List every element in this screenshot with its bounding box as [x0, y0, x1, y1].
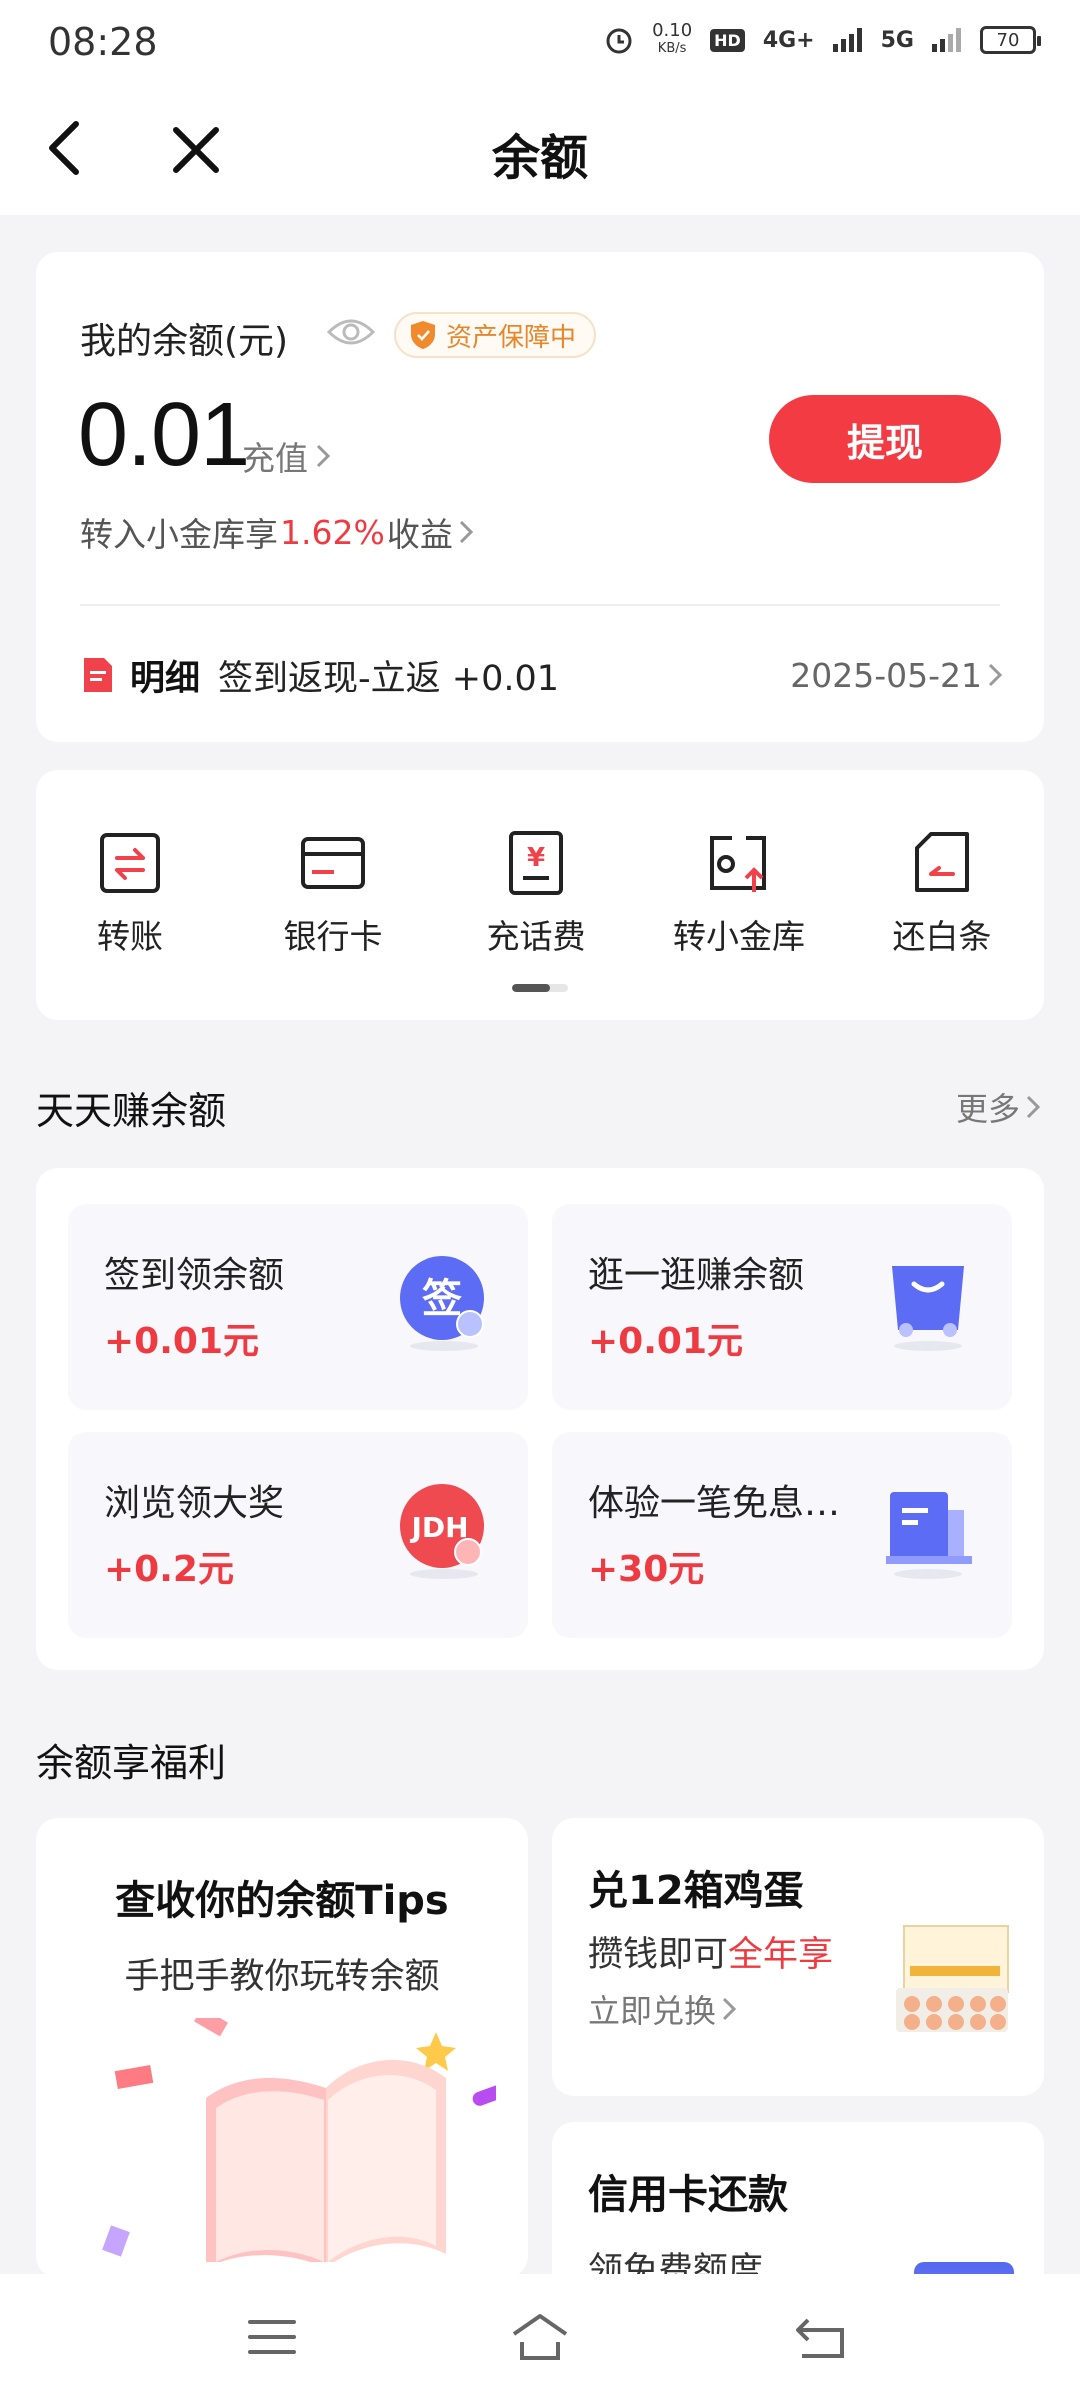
jdh-icon: JDH	[400, 1484, 484, 1579]
tips-title: 查收你的余额Tips	[115, 1878, 449, 1924]
tips-subtitle: 手把手教你玩转余额	[124, 1957, 440, 1997]
vault-promo-link[interactable]: 转入小金库享 1.62% 收益	[80, 508, 477, 556]
action-bank-card[interactable]: 银行卡	[243, 830, 423, 958]
earn-card: 签到领余额 +0.01元 签 逛一逛赚余额 +0.01元 浏览领大奖 +0.2元…	[36, 1168, 1044, 1670]
status-time: 08:28	[48, 20, 158, 64]
home-icon[interactable]	[510, 2310, 570, 2364]
egg-subtitle: 攒钱即可全年享	[588, 1935, 834, 1975]
top-bar: 08:28 0.10 KB/s HD 4G+ 5G 70 余额	[0, 0, 1080, 215]
detail-doc-icon	[84, 658, 112, 692]
more-label: 更多	[955, 1090, 1020, 1128]
bank-card-icon	[301, 837, 365, 889]
redeem-label: 立即兑换	[588, 1992, 717, 2030]
phone-bill-icon: ¥	[509, 831, 563, 895]
chevron-right-icon	[316, 444, 331, 468]
detail-date: 2025-05-21	[790, 656, 1004, 695]
repay-icon	[915, 832, 969, 892]
balance-amount: 0.01	[78, 385, 250, 485]
earn-tile-signin[interactable]: 签到领余额 +0.01元 签	[68, 1204, 528, 1410]
sign-in-icon: 签	[400, 1256, 484, 1351]
menu-icon[interactable]	[242, 2310, 302, 2364]
document-icon	[886, 1492, 972, 1579]
tips-card[interactable]: 查收你的余额Tips 手把手教你玩转余额	[36, 1818, 528, 2278]
chevron-right-icon	[988, 663, 1003, 687]
protection-badge[interactable]: 资产保障中	[394, 312, 597, 358]
action-vault[interactable]: 转小金库	[649, 830, 829, 958]
vault-rate: 1.62%	[280, 512, 385, 552]
withdraw-button[interactable]: 提现	[769, 395, 1001, 483]
detail-title: 明细	[130, 658, 201, 699]
earn-tile-browse-shop[interactable]: 逛一逛赚余额 +0.01元	[552, 1204, 1012, 1410]
detail-row[interactable]: 明细 签到返现-立返 +0.01 2025-05-21	[80, 650, 1004, 700]
earn-tile-interest-free[interactable]: 体验一笔免息… +30元	[552, 1432, 1012, 1638]
svg-text:¥: ¥	[527, 843, 545, 873]
quick-actions: 转账 银行卡 ¥ 充话费 转小金库 还白条	[36, 770, 1044, 1020]
status-icons: 0.10 KB/s HD 4G+ 5G 70	[604, 20, 1041, 58]
earn-section-title: 天天赚余额	[36, 1089, 227, 1133]
tile-value: +30元	[588, 1549, 705, 1590]
shield-icon	[411, 321, 435, 349]
tile-title: 逛一逛赚余额	[588, 1255, 805, 1296]
action-transfer[interactable]: 转账	[40, 830, 220, 958]
welfare-section-title: 余额享福利	[36, 1741, 227, 1785]
tile-title: 签到领余额	[104, 1255, 285, 1296]
page-title: 余额	[491, 130, 588, 186]
egg-card[interactable]: 兑12箱鸡蛋 攒钱即可全年享 立即兑换	[552, 1818, 1044, 2096]
alarm-icon	[606, 28, 632, 54]
action-repay[interactable]: 还白条	[852, 830, 1032, 958]
redeem-link[interactable]: 立即兑换	[588, 1986, 738, 2032]
vault-icon	[710, 836, 766, 892]
action-label: 转小金库	[673, 917, 805, 956]
svg-text:JDH: JDH	[409, 1511, 468, 1544]
network-4g: 4G+	[762, 27, 815, 53]
shopping-bag-icon	[892, 1266, 964, 1351]
balance-card: 我的余额(元) 资产保障中 0.01 充值 提现 转入小金库享 1.62% 收益…	[36, 252, 1044, 742]
recharge-link[interactable]: 充值	[242, 432, 332, 480]
net-speed: 0.10 KB/s	[652, 20, 693, 57]
egg-box-image	[896, 1925, 1009, 2032]
earn-tile-browse-prize[interactable]: 浏览领大奖 +0.2元 JDH	[68, 1432, 528, 1638]
action-label: 银行卡	[283, 917, 383, 956]
tile-title: 体验一笔免息…	[588, 1483, 841, 1524]
page-indicator	[512, 984, 568, 992]
action-label: 充话费	[486, 917, 586, 956]
hd-badge: HD	[710, 28, 745, 52]
divider	[80, 604, 1000, 606]
tile-value: +0.01元	[588, 1321, 743, 1362]
chevron-right-icon	[1026, 1095, 1041, 1119]
credit-title: 信用卡还款	[588, 2172, 788, 2218]
tile-value: +0.2元	[104, 1549, 234, 1590]
network-5g: 5G	[880, 27, 914, 53]
transfer-icon	[100, 833, 160, 893]
system-nav-bar	[0, 2274, 1080, 2400]
egg-title: 兑12箱鸡蛋	[588, 1868, 804, 1914]
signal-icon-2	[932, 28, 961, 52]
eye-icon[interactable]	[326, 314, 376, 350]
recharge-label: 充值	[242, 439, 308, 478]
balance-label: 我的余额(元)	[80, 321, 289, 362]
chevron-right-icon	[722, 1997, 737, 2021]
svg-text:签: 签	[422, 1276, 462, 1322]
back-nav-icon[interactable]	[792, 2310, 852, 2364]
more-link[interactable]: 更多	[956, 1084, 1042, 1130]
detail-text: 签到返现-立返 +0.01	[218, 658, 560, 699]
protection-text: 资产保障中	[446, 322, 577, 353]
action-phone-bill[interactable]: ¥ 充话费	[446, 830, 626, 958]
vault-promo-suffix: 收益	[386, 515, 453, 554]
open-book-illustration	[76, 2018, 496, 2278]
action-label: 还白条	[892, 917, 992, 956]
battery-icon: 70	[980, 26, 1041, 54]
tile-title: 浏览领大奖	[104, 1483, 285, 1524]
tile-value: +0.01元	[104, 1321, 259, 1362]
vault-promo-prefix: 转入小金库享	[80, 515, 278, 554]
signal-icon	[832, 28, 862, 52]
chevron-right-icon	[459, 520, 473, 544]
action-label: 转账	[97, 917, 163, 956]
